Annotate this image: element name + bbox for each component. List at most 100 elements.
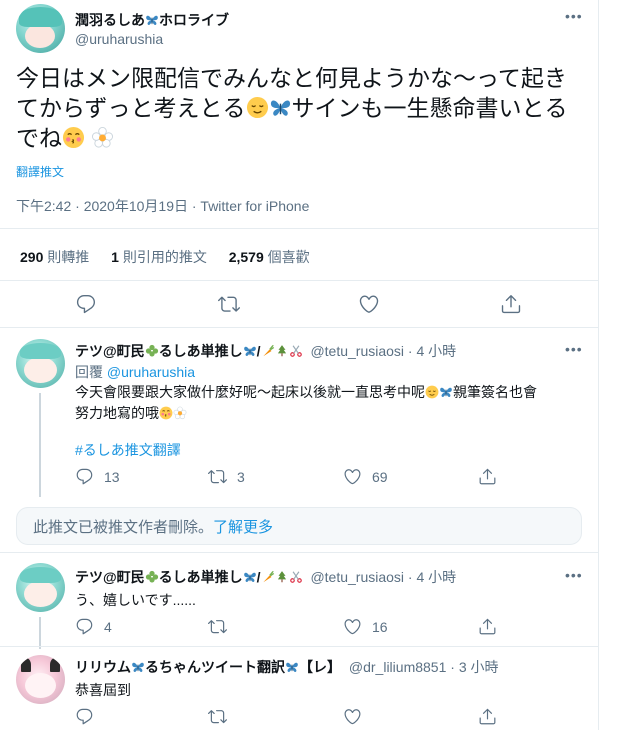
replying-to: 回覆 @uruharushia — [75, 364, 196, 380]
kissing-face-emoji — [159, 406, 173, 420]
retweet-button[interactable] — [218, 293, 240, 315]
divider — [0, 327, 598, 328]
handle-and-time[interactable]: @tetu_rusiaosi · 4 小時 — [310, 569, 456, 585]
butterfly-emoji — [131, 660, 145, 674]
share-icon — [500, 293, 522, 315]
share-icon — [478, 707, 497, 726]
reply-button[interactable]: 4 — [75, 617, 112, 636]
display-name-suffix: ホロライブ — [159, 12, 229, 28]
tweet-detail-column: 潤羽るしあ ホロライブ @uruharushia ••• 今日はメン限配信でみんな… — [0, 0, 599, 730]
reply-text: 今天會限要跟大家做什麼好呢～起床以後就一直思考中呢 親筆簽名也會 努力地寫的哦 — [75, 384, 537, 421]
like-button[interactable]: 16 — [343, 617, 388, 636]
like-icon — [343, 617, 362, 636]
divider — [0, 280, 598, 281]
reply-icon — [75, 707, 94, 726]
reply-header: テツ@町民 るしあ単推し / @tetu_rusiaosi · 4 小時 — [75, 343, 457, 359]
tree-emoji — [275, 344, 289, 358]
butterfly-emoji — [243, 570, 257, 584]
butterfly-emoji — [243, 344, 257, 358]
reply-header: テツ@町民 るしあ単推し / @tetu_rusiaosi · 4 小時 — [75, 569, 457, 585]
carrot-emoji — [261, 570, 275, 584]
display-name: 潤羽るしあ — [75, 12, 145, 28]
like-icon — [343, 707, 362, 726]
tree-emoji — [275, 570, 289, 584]
like-icon — [358, 293, 380, 315]
reply-button[interactable] — [75, 293, 97, 315]
retweet-count: 3 — [237, 468, 245, 485]
tweet-text: 今日はメン限配信でみんなと何見ようかな～って起きてからずっと考えとる サインも一生… — [16, 65, 568, 151]
like-count: 69 — [372, 468, 388, 485]
retweet-icon — [218, 293, 240, 315]
learn-more-link[interactable]: 了解更多 — [213, 516, 273, 537]
more-icon[interactable]: ••• — [565, 341, 583, 357]
blossom-emoji — [91, 126, 114, 149]
author-name[interactable]: 潤羽るしあ ホロライブ — [75, 10, 229, 30]
like-count: 16 — [372, 618, 388, 635]
deleted-tweet-notice: 此推文已被推文作者刪除。 了解更多 — [16, 507, 582, 545]
reply-text: 恭喜屆到 — [75, 682, 131, 698]
retweets-stat[interactable]: 290 則轉推 — [20, 249, 89, 265]
reply-icon — [75, 617, 94, 636]
like-button[interactable]: 69 — [343, 467, 388, 486]
more-icon[interactable]: ••• — [565, 567, 583, 583]
tweet-timestamp[interactable]: 下午2:42 · 2020年10月19日 · Twitter for iPhon… — [16, 196, 309, 216]
reply-header: リリウム るちゃんツイート翻訳 【レ】 @dr_lilium8851 · 3 小時 — [75, 659, 499, 675]
kissing-face-emoji — [62, 126, 85, 149]
share-button[interactable] — [478, 467, 497, 486]
handle-and-time[interactable]: @tetu_rusiaosi · 4 小時 — [310, 343, 456, 359]
likes-stat[interactable]: 2,579 個喜歡 — [229, 249, 310, 265]
clover-emoji — [145, 570, 159, 584]
reply-count: 13 — [104, 468, 120, 485]
like-button[interactable] — [358, 293, 380, 315]
avatar[interactable] — [16, 655, 65, 704]
butterfly-emoji — [145, 13, 159, 27]
divider — [0, 552, 598, 553]
share-button[interactable] — [500, 293, 522, 315]
carrot-emoji — [261, 344, 275, 358]
relieved-face-emoji — [246, 96, 269, 119]
display-name[interactable]: リリウム — [75, 659, 131, 675]
reply-text: う、嬉しいです...... — [75, 592, 196, 608]
translate-tweet-link[interactable]: 翻譯推文 — [16, 163, 64, 180]
blossom-emoji — [173, 406, 187, 420]
retweet-icon — [208, 707, 227, 726]
retweet-icon — [208, 467, 227, 486]
avatar[interactable] — [16, 4, 65, 53]
display-name[interactable]: テツ@町民 — [75, 343, 145, 359]
divider — [0, 646, 598, 647]
share-icon — [478, 467, 497, 486]
like-icon — [343, 467, 362, 486]
reply-to-handle-link[interactable]: @uruharushia — [107, 364, 195, 380]
hashtag-link[interactable]: #るしあ推文翻譯 — [75, 440, 181, 460]
reply-button[interactable] — [75, 707, 94, 726]
retweet-button[interactable]: 3 — [208, 467, 245, 486]
scissors-emoji — [289, 570, 303, 584]
retweet-button[interactable] — [208, 617, 227, 636]
display-name[interactable]: テツ@町民 — [75, 569, 145, 585]
quotes-stat[interactable]: 1 則引用的推文 — [111, 249, 207, 265]
scissors-emoji — [289, 344, 303, 358]
like-button[interactable] — [343, 707, 362, 726]
reply-button[interactable]: 13 — [75, 467, 120, 486]
avatar[interactable] — [16, 339, 65, 388]
share-button[interactable] — [478, 617, 497, 636]
retweet-icon — [208, 617, 227, 636]
reply-icon — [75, 293, 97, 315]
clover-emoji — [145, 344, 159, 358]
more-icon[interactable]: ••• — [565, 8, 583, 24]
thread-line — [39, 393, 41, 497]
share-icon — [478, 617, 497, 636]
divider — [0, 228, 598, 229]
butterfly-emoji — [439, 385, 453, 399]
handle-and-time[interactable]: @dr_lilium8851 · 3 小時 — [349, 659, 499, 675]
avatar[interactable] — [16, 563, 65, 612]
reply-icon — [75, 467, 94, 486]
butterfly-emoji — [285, 660, 299, 674]
relieved-face-emoji — [425, 385, 439, 399]
thread-line — [39, 617, 41, 649]
retweet-button[interactable] — [208, 707, 227, 726]
butterfly-emoji — [269, 96, 292, 119]
author-handle[interactable]: @uruharushia — [75, 31, 163, 47]
reply-count: 4 — [104, 618, 112, 635]
share-button[interactable] — [478, 707, 497, 726]
